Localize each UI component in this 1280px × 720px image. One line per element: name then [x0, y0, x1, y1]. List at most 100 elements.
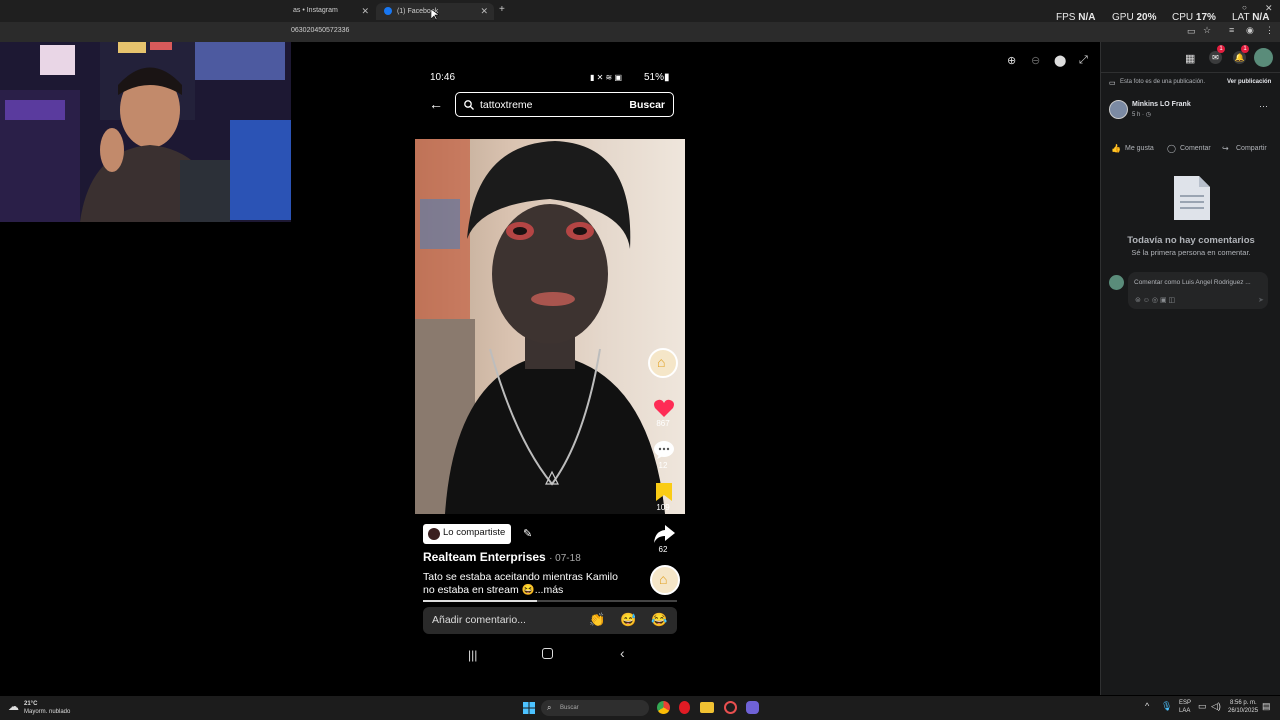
search-button[interactable]: Buscar	[629, 99, 665, 111]
poster-avatar[interactable]	[1109, 100, 1128, 119]
fullscreen-icon[interactable]: ⤢	[1079, 54, 1088, 67]
opera-icon[interactable]	[679, 701, 690, 714]
emoji-sweat-smile-icon[interactable]: 😅	[620, 612, 636, 628]
file-explorer-icon[interactable]	[700, 702, 714, 713]
account-avatar[interactable]	[1254, 48, 1273, 67]
shares-count: 62	[658, 545, 668, 554]
zoom-in-icon[interactable]: ⊕	[1007, 54, 1016, 67]
likes-count: 867	[656, 419, 670, 428]
shared-chip[interactable]: Lo compartiste	[423, 524, 512, 544]
heart-icon[interactable]	[653, 398, 675, 418]
facebook-favicon-icon	[384, 7, 392, 15]
no-comments-subtitle: Sé la primera persona en comentar.	[1131, 248, 1251, 257]
search-box[interactable]: tattoxtreme Buscar	[455, 92, 674, 117]
my-avatar	[1109, 275, 1124, 290]
divider	[1101, 72, 1280, 73]
sound-disc[interactable]: ⌂	[650, 565, 680, 595]
mic-icon[interactable]: 🎙	[1161, 701, 1172, 712]
volume-icon[interactable]: ◁)	[1211, 701, 1221, 712]
comment-button[interactable]: Comentar	[1180, 145, 1211, 152]
search-icon: ⌕	[547, 703, 552, 712]
photo-viewer: ⊕ ⊖ ⬤ ⤢	[291, 42, 1100, 695]
post-notice: Esta foto es de una publicación.	[1120, 79, 1206, 85]
caption-line: no estaba en stream 😆...más	[423, 584, 564, 596]
weather-icon[interactable]: ☁	[8, 700, 19, 713]
bookmark-icon[interactable]	[655, 482, 673, 502]
comment-bar[interactable]: Añadir comentario... 👏 😅 😂	[423, 607, 677, 634]
poster-name[interactable]: Minkins LO Frank	[1132, 101, 1191, 108]
emoji-joy-icon[interactable]: 😂	[651, 612, 667, 628]
discord-icon[interactable]	[746, 701, 759, 714]
video-progress-bar[interactable]	[423, 600, 677, 602]
browser-tab-bar: as • Instagram ✕ (1) Facebook ✕ + FPS N/…	[0, 0, 1280, 23]
taskbar-search[interactable]: ⌕ Buscar	[541, 700, 649, 716]
phone-battery: 51%▮	[644, 72, 670, 83]
creator-avatar[interactable]: ⌂	[648, 348, 678, 378]
clock-date[interactable]: 26/10/2025	[1228, 708, 1258, 714]
view-post-link[interactable]: Ver publicación	[1227, 79, 1271, 85]
no-comments-title: Todavía no hay comentarios	[1127, 235, 1255, 246]
comment-composer-placeholder[interactable]: Comentar como Luis Angel Rodriguez ...	[1134, 279, 1251, 286]
empty-document-icon	[1174, 176, 1210, 220]
back-arrow-icon[interactable]: ←	[429, 96, 443, 112]
app-icon[interactable]	[724, 701, 737, 714]
poster-time: 5 h · ◷	[1132, 112, 1151, 118]
messenger-badge: 1	[1217, 45, 1225, 53]
like-button[interactable]: Me gusta	[1125, 145, 1154, 152]
post-caption[interactable]: Tato se estaba aceitando mientras Kamilo…	[423, 571, 643, 597]
star-icon[interactable]: ☆	[1203, 25, 1211, 36]
apps-grid-icon[interactable]: ▦	[1185, 52, 1195, 65]
windows-start-icon[interactable]	[523, 702, 535, 714]
weather-desc: Mayorm. nublado	[24, 709, 71, 715]
cast-icon[interactable]: ▭	[1187, 26, 1196, 37]
chrome-icon[interactable]	[657, 701, 670, 714]
house-logo-icon: ⌂	[659, 571, 668, 587]
video-frame[interactable]	[415, 139, 685, 514]
share-arrow-icon[interactable]	[653, 524, 675, 544]
comment-composer[interactable]: Comentar como Luis Angel Rodriguez ... ⊜…	[1128, 272, 1268, 309]
extensions-icon[interactable]: ≡	[1229, 25, 1234, 35]
notifications-icon[interactable]: ▤	[1262, 701, 1271, 712]
facebook-side-panel: ▦ ✉ 1 🔔 1 ▭ Esta foto es de una publicac…	[1100, 42, 1280, 695]
more-options-icon[interactable]: ···	[1259, 101, 1268, 111]
phone-status-icons: ▮ ✕ ≋ ▣	[590, 73, 623, 82]
tray-chevron-icon[interactable]: ^	[1145, 701, 1149, 711]
zoom-out-icon[interactable]: ⊖	[1031, 54, 1040, 67]
recents-nav-icon[interactable]: |||	[468, 648, 477, 662]
comments-count: 12	[658, 461, 668, 470]
shared-chip-label: Lo compartiste	[443, 527, 506, 538]
tab-instagram[interactable]: as • Instagram ✕	[285, 3, 375, 20]
like-icon: 👍	[1111, 144, 1121, 153]
phone-screenshot: 10:46 ▮ ✕ ≋ ▣ 51%▮ ← tattoxtreme Buscar	[415, 64, 685, 674]
edit-pencil-icon[interactable]: ✎	[523, 527, 532, 540]
notification-badge: 1	[1241, 45, 1249, 53]
search-icon	[464, 100, 474, 110]
post-author[interactable]: Realteam Enterprises · 07-18	[423, 550, 581, 564]
close-window-icon[interactable]: ✕	[1265, 3, 1273, 14]
send-icon[interactable]: ➤	[1258, 296, 1264, 304]
share-button[interactable]: Compartir	[1236, 145, 1267, 152]
composer-tools-icons[interactable]: ⊜ ☺ ◎ ▣ ◫	[1135, 296, 1175, 304]
url-text[interactable]: 063020450572336	[291, 27, 349, 34]
tag-icon[interactable]: ⬤	[1054, 54, 1066, 67]
comment-icon[interactable]	[653, 440, 675, 460]
close-icon[interactable]: ✕	[361, 6, 369, 17]
new-tab-icon[interactable]: +	[499, 4, 505, 15]
emoji-clap-icon[interactable]: 👏	[589, 612, 605, 628]
back-nav-icon[interactable]: ‹	[620, 645, 625, 661]
house-logo-icon: ⌂	[657, 354, 666, 370]
minimize-icon[interactable]: ○	[1242, 3, 1247, 12]
menu-icon[interactable]: ⋮	[1265, 25, 1274, 36]
lang-2[interactable]: LAA	[1179, 708, 1190, 714]
network-icon[interactable]: ▭	[1198, 701, 1207, 712]
search-query: tattoxtreme	[480, 99, 533, 111]
home-nav-icon[interactable]	[542, 648, 553, 659]
caption-line: Tato se estaba aceitando mientras Kamilo	[423, 571, 618, 583]
video-still-image	[415, 139, 665, 514]
clock-time[interactable]: 8:56 p. m.	[1230, 700, 1257, 706]
profile-icon[interactable]: ◉	[1246, 25, 1254, 36]
close-icon[interactable]: ✕	[480, 6, 488, 17]
lang-1[interactable]: ESP	[1179, 700, 1191, 706]
author-name[interactable]: Realteam Enterprises	[423, 550, 546, 564]
comment-input[interactable]: Añadir comentario...	[432, 614, 526, 626]
